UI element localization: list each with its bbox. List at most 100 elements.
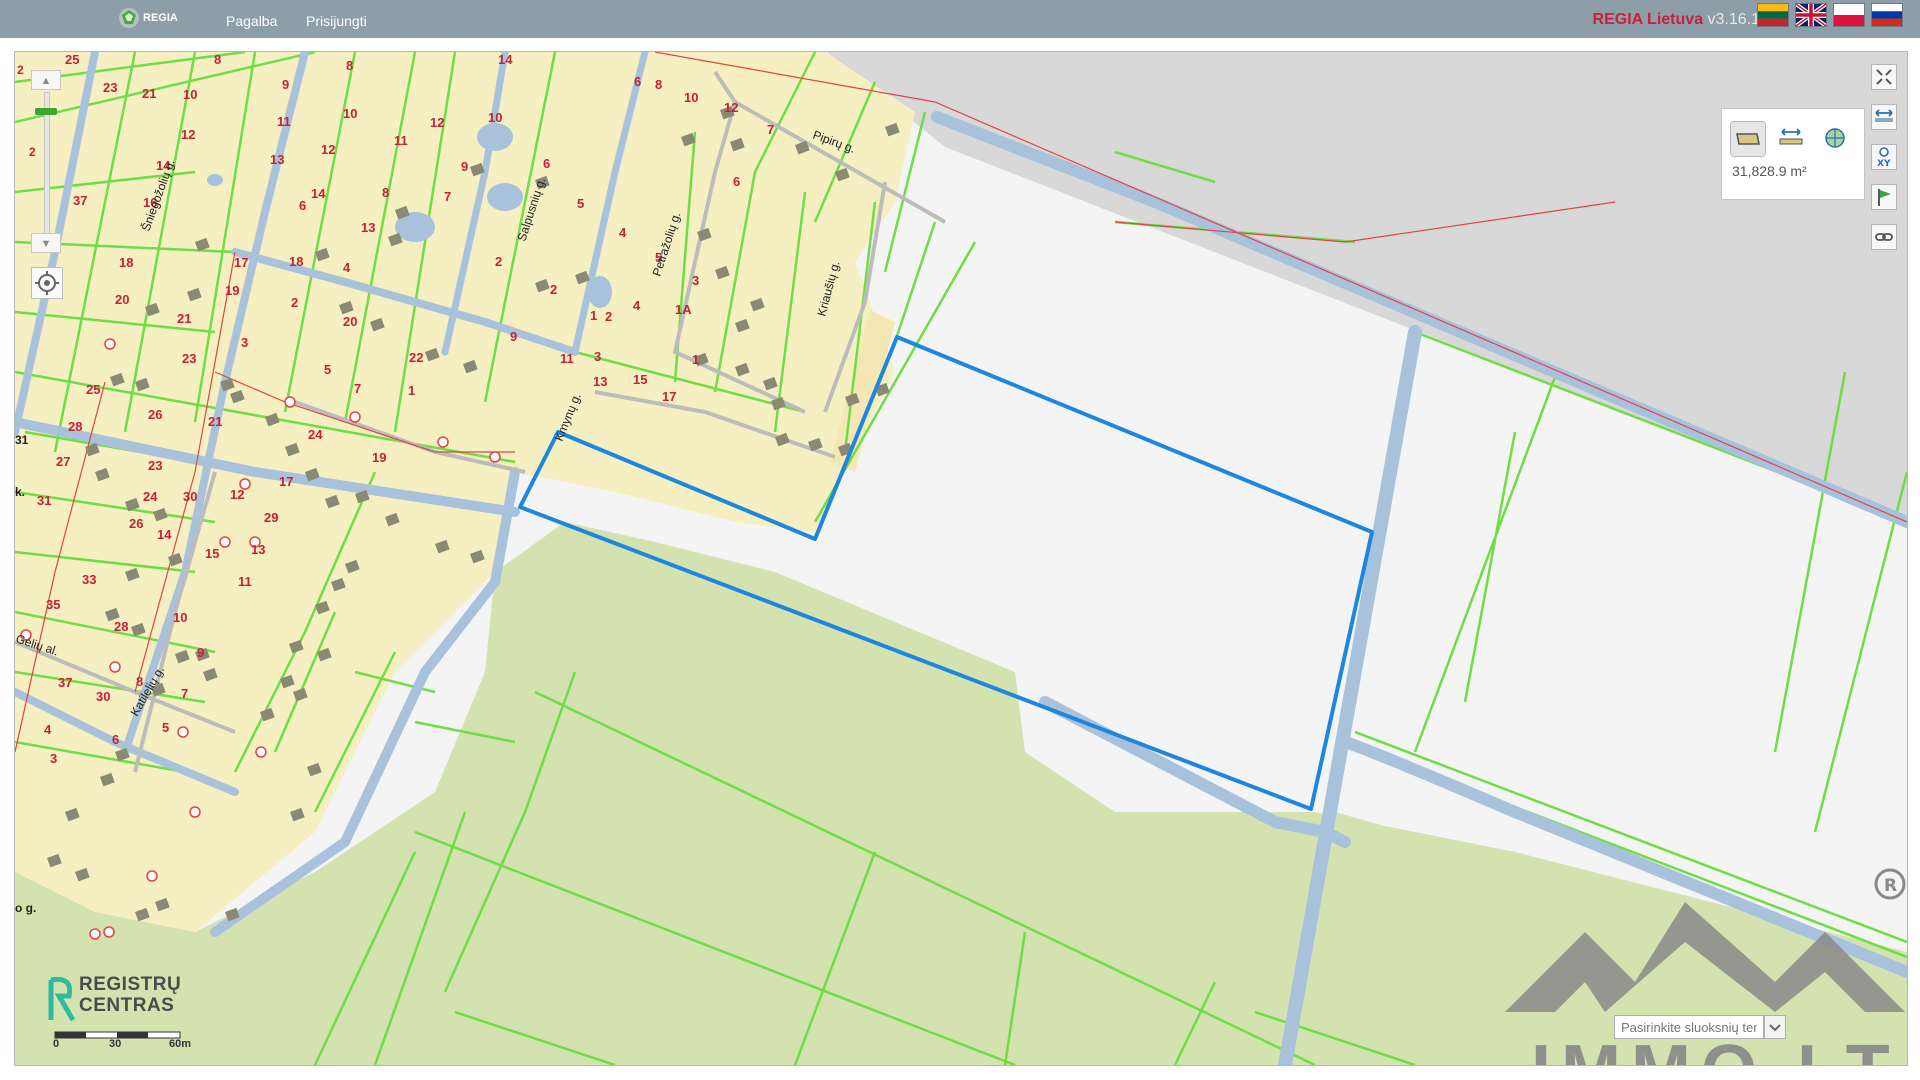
- svg-text:XY: XY: [1877, 159, 1891, 169]
- parcel-number: 26: [129, 516, 143, 531]
- parcel-number: 23: [103, 80, 117, 95]
- parcel-number: 8: [655, 77, 662, 92]
- distance-measure-button[interactable]: [1774, 121, 1810, 157]
- ru-flag-icon[interactable]: [1871, 3, 1903, 27]
- regia-logo-icon: [119, 8, 139, 28]
- xy-coordinates-button[interactable]: XY: [1871, 144, 1897, 170]
- parcel-number: 6: [634, 74, 641, 89]
- parcel-number: 1A: [675, 302, 692, 317]
- xy-coordinates-icon: XY: [1877, 147, 1891, 169]
- utility-node: [189, 806, 201, 818]
- area-measure-icon: [1736, 133, 1760, 145]
- parcel-number: 8: [346, 58, 353, 73]
- parcel-number: 13: [251, 542, 265, 557]
- utility-node: [284, 396, 296, 408]
- help-link[interactable]: Pagalba: [226, 13, 277, 29]
- map-viewport[interactable]: 25 23 21 10 12 13 14 16 37 8 9 11 8 10 12 14 6 13 14 12 11 10…: [14, 51, 1908, 1066]
- parcel-number: 2: [550, 282, 557, 297]
- link-button[interactable]: [1871, 224, 1897, 250]
- chevron-down-icon: [1769, 1024, 1781, 1032]
- parcel-number: 2: [495, 254, 502, 269]
- parcel-number: 22: [409, 350, 423, 365]
- edge-label: k.: [15, 485, 25, 499]
- parcel-number: 14: [498, 52, 513, 67]
- parcel-number: 12: [230, 487, 244, 502]
- parcel-number: 1: [692, 352, 699, 367]
- parcel-number: 2: [605, 309, 612, 324]
- parcel-number: 3: [50, 751, 57, 766]
- parcel-number: 25: [65, 52, 79, 67]
- parcel-number: 7: [181, 686, 188, 701]
- measure-panel: 31,828.9 m²: [1721, 108, 1865, 200]
- parcel-number: 6: [543, 156, 550, 171]
- coordinate-measure-button[interactable]: [1818, 121, 1854, 157]
- parcel-number: 14: [311, 186, 326, 201]
- parcel-number: 12: [321, 142, 335, 157]
- zoom-out-button[interactable]: ▼: [31, 233, 61, 253]
- parcel-number: 10: [488, 110, 502, 125]
- login-link[interactable]: Prisijungti: [306, 13, 367, 29]
- parcel-number: 8: [382, 185, 389, 200]
- parcel-number: 10: [684, 90, 698, 105]
- parcel-boundary-line: [1463, 431, 1517, 703]
- parcel-number: 9: [461, 159, 468, 174]
- parcel-number: 15: [205, 546, 219, 561]
- measure-distance-button[interactable]: [1871, 104, 1897, 130]
- utility-node: [219, 536, 231, 548]
- utility-node: [349, 411, 361, 423]
- area-measure-button[interactable]: [1730, 121, 1766, 157]
- parcel-number: 17: [234, 255, 248, 270]
- parcel-number: 13: [270, 152, 284, 167]
- parcel-number: 28: [114, 619, 128, 634]
- parcel-number: 3: [692, 273, 699, 288]
- svg-text:R: R: [1884, 876, 1897, 896]
- parcel-number: 1: [590, 308, 597, 323]
- locate-button[interactable]: [31, 267, 63, 299]
- scale-label-60: 60m: [169, 1038, 192, 1050]
- parcel-number: 11: [277, 114, 291, 129]
- parcel-number: 3: [241, 335, 248, 350]
- pl-flag-icon[interactable]: [1833, 3, 1865, 27]
- parcel-number: 29: [264, 510, 278, 525]
- parcel-number: 24: [143, 489, 158, 504]
- gb-flag-icon[interactable]: [1795, 3, 1827, 27]
- coordinate-measure-icon: [1825, 128, 1845, 148]
- parcel-number: 5: [577, 196, 584, 211]
- parcel-number: 9: [282, 77, 289, 92]
- theme-dropdown-button[interactable]: [1764, 1015, 1786, 1039]
- utility-node: [104, 338, 116, 350]
- zoom-slider-thumb[interactable]: [35, 108, 57, 115]
- parcel-number: 13: [361, 220, 375, 235]
- edge-label: 31: [15, 433, 29, 447]
- scale-label-0: 0: [53, 1038, 60, 1050]
- zoom-in-button[interactable]: ▲: [31, 70, 61, 90]
- flag-button[interactable]: [1871, 184, 1897, 210]
- fullscreen-button[interactable]: [1871, 64, 1897, 90]
- parcel-number: 11: [394, 133, 408, 148]
- registru-centras-logo-icon: [48, 976, 76, 1022]
- scale-label-30: 30: [109, 1038, 122, 1050]
- lt-flag-icon[interactable]: [1757, 3, 1789, 27]
- theme-select-input[interactable]: [1614, 1015, 1764, 1039]
- flag-icon: [1878, 189, 1891, 206]
- brand-name: REGIA Lietuva: [1592, 11, 1704, 28]
- parcel-number: 18: [289, 254, 303, 269]
- regia-logo[interactable]: REGIA: [118, 7, 178, 29]
- parcel-number: 7: [767, 122, 774, 137]
- parcel-number: 9: [510, 329, 517, 344]
- parcel-number: 17: [279, 474, 293, 489]
- area-value: 31,828.9 m²: [1732, 163, 1807, 179]
- parcel-number: 15: [633, 372, 647, 387]
- regia-logo-text: REGIA: [143, 12, 178, 24]
- parcel-number: 4: [44, 722, 52, 737]
- parcel-number: 33: [82, 572, 96, 587]
- parcel-number: 37: [73, 193, 87, 208]
- parcel-number: 21: [177, 311, 191, 326]
- utility-node: [255, 746, 267, 758]
- parcel-number: 4: [343, 260, 351, 275]
- parcel-number: 12: [181, 127, 195, 142]
- parcel-number: 11: [560, 351, 574, 366]
- parcel-number: 5: [324, 362, 331, 377]
- parcel-number: 12: [430, 115, 444, 130]
- parcel-number: 10: [173, 610, 187, 625]
